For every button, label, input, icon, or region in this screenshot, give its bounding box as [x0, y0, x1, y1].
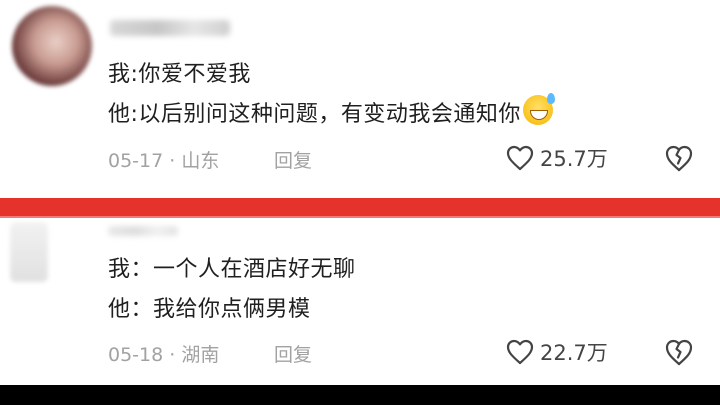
comment-line: 他:以后别问这种问题，有变动我会通知你: [108, 93, 555, 128]
comment-line: 他：我给你点俩男模: [108, 297, 311, 322]
like-button[interactable]: 22.7万: [506, 337, 608, 367]
broken-heart-icon: [665, 339, 693, 366]
meta-separator: ·: [163, 344, 182, 366]
like-count: 22.7万: [540, 341, 608, 365]
reply-button[interactable]: 回复: [274, 146, 312, 173]
like-button[interactable]: 25.7万: [506, 143, 608, 173]
comment-date: 05-18: [108, 344, 164, 366]
heart-outline-icon: [506, 145, 534, 171]
comment-line: 我：一个人在酒店好无聊: [108, 257, 356, 282]
dislike-button[interactable]: [664, 144, 694, 176]
comment-meta: 05-17 · 山东: [108, 146, 219, 173]
comment-line-text: 他:以后别问这种问题，有变动我会通知你: [108, 102, 521, 127]
comment-meta: 05-18 · 湖南: [108, 340, 219, 367]
username-blurred[interactable]: [108, 226, 178, 236]
avatar[interactable]: [10, 222, 48, 282]
grinning-sweat-emoji-icon: [522, 93, 555, 125]
heart-outline-icon: [506, 339, 534, 365]
comment-date: 05-17: [108, 150, 164, 172]
comment-location: 湖南: [181, 344, 220, 366]
red-divider-line: [0, 198, 720, 216]
bottom-black-bar: [0, 385, 720, 405]
like-count: 25.7万: [540, 147, 608, 171]
broken-heart-icon: [665, 145, 693, 172]
comment-line: 我:你爱不爱我: [108, 62, 251, 87]
meta-separator: ·: [163, 150, 182, 172]
avatar[interactable]: [12, 6, 92, 86]
reply-button[interactable]: 回复: [274, 340, 312, 367]
dislike-button[interactable]: [664, 338, 694, 370]
comment-location: 山东: [181, 150, 220, 172]
username-blurred[interactable]: [110, 20, 230, 36]
